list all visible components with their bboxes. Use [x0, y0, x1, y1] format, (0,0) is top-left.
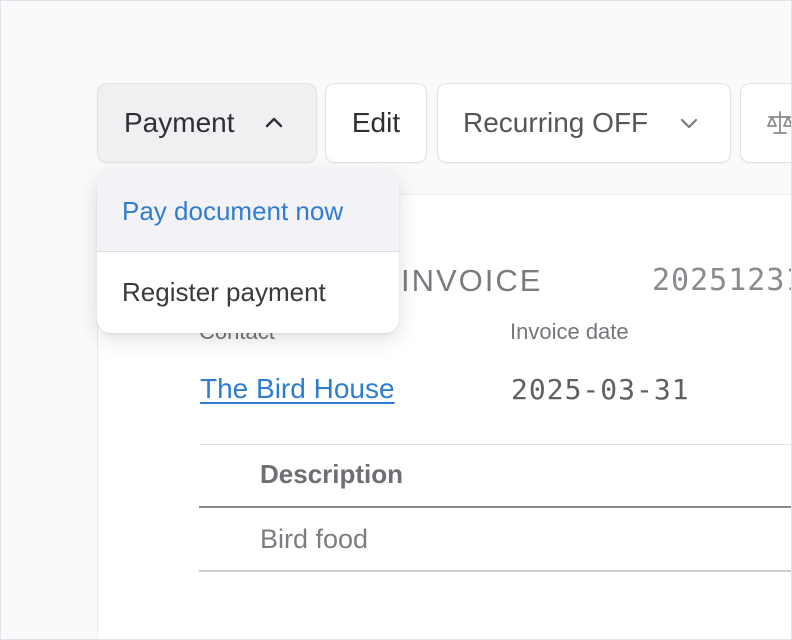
recurring-dropdown[interactable]: Recurring OFF [437, 83, 731, 163]
edit-button[interactable]: Edit [325, 83, 427, 163]
document-type: INVOICE [401, 263, 543, 298]
payment-button-label: Payment [124, 107, 235, 138]
payment-button[interactable]: Payment [97, 83, 317, 163]
document-toolbar: Payment Edit Recurring OFF [97, 83, 791, 163]
contact-link[interactable]: The Bird House [200, 373, 395, 405]
table-header-description: Description [260, 459, 404, 489]
scale-icon [767, 111, 791, 134]
invoice-date-label: Invoice date [510, 319, 629, 344]
chevron-down-icon [680, 118, 698, 129]
menu-item-pay-document-now[interactable]: Pay document now [97, 171, 399, 251]
payment-menu: Pay document now Register payment [97, 171, 399, 333]
menu-item-register-payment[interactable]: Register payment [97, 252, 399, 332]
menu-item-label: Register payment [122, 276, 326, 307]
table-row-divider [199, 570, 791, 572]
edit-button-label: Edit [351, 107, 401, 138]
balance-button[interactable] [740, 83, 791, 163]
recurring-label: Recurring OFF [463, 107, 649, 138]
menu-item-label: Pay document now [122, 195, 344, 226]
invoice-date-value: 2025-03-31 [511, 373, 690, 406]
table-header-divider [199, 506, 791, 508]
document-number: 20251231 [652, 263, 792, 298]
section-divider [199, 444, 791, 445]
chevron-up-icon [265, 117, 283, 128]
app-frame: Payment Edit Recurring OFF INVOICE 20251… [0, 0, 792, 640]
table-cell-description: Bird food [260, 524, 369, 554]
